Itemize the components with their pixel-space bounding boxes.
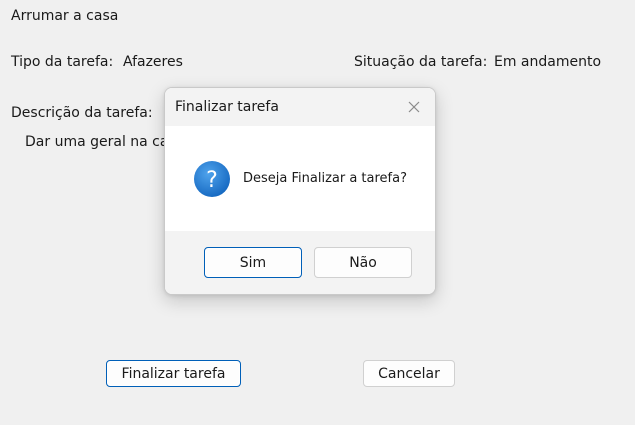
no-button[interactable]: Não bbox=[314, 247, 412, 278]
description-label: Descrição da tarefa: bbox=[11, 105, 153, 121]
close-icon[interactable] bbox=[403, 96, 425, 118]
task-details-window: Arrumar a casa Tipo da tarefa: Afazeres … bbox=[0, 0, 635, 425]
question-icon: ? bbox=[193, 160, 231, 198]
type-value: Afazeres bbox=[123, 54, 183, 70]
finish-task-button[interactable]: Finalizar tarefa bbox=[106, 360, 241, 387]
svg-text:?: ? bbox=[206, 168, 218, 193]
status-value: Em andamento bbox=[494, 54, 602, 70]
type-label: Tipo da tarefa: bbox=[11, 54, 114, 70]
description-value: Dar uma geral na casa bbox=[25, 134, 185, 150]
dialog-body: ? Deseja Finalizar a tarefa? bbox=[165, 126, 435, 231]
task-name: Arrumar a casa bbox=[11, 8, 119, 24]
dialog-title: Finalizar tarefa bbox=[175, 99, 279, 115]
yes-button[interactable]: Sim bbox=[204, 247, 302, 278]
confirm-dialog: Finalizar tarefa ? Deseja Finalizar a ta… bbox=[164, 87, 436, 295]
dialog-titlebar[interactable]: Finalizar tarefa bbox=[165, 88, 435, 126]
cancel-button[interactable]: Cancelar bbox=[363, 360, 455, 387]
dialog-message: Deseja Finalizar a tarefa? bbox=[243, 171, 407, 186]
dialog-footer: Sim Não bbox=[165, 231, 435, 294]
status-label: Situação da tarefa: bbox=[354, 54, 488, 70]
